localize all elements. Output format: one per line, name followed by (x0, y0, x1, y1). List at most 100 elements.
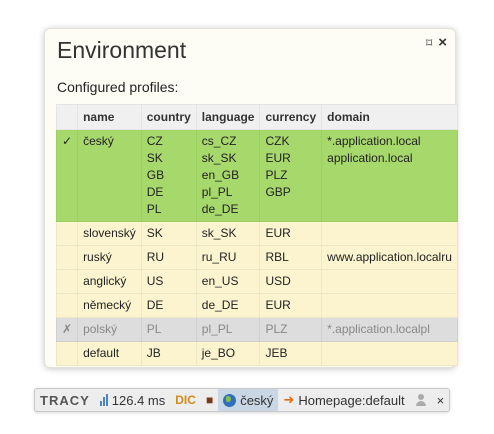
tracy-route-panel[interactable]: ➜ Homepage:default (278, 389, 409, 411)
table-row[interactable]: slovenský SK sk_SK EUR (55, 221, 458, 246)
row-status-mark (55, 221, 79, 246)
row-status-mark: ✗ (55, 317, 79, 342)
tracy-dic-panel[interactable]: DIC (170, 389, 201, 411)
tracy-close-button[interactable]: × (432, 389, 450, 411)
close-icon: × (436, 392, 445, 408)
profile-currency-value: PLZ (265, 168, 288, 182)
profile-currency-value: EUR (265, 298, 291, 312)
tracy-time-panel[interactable]: 126.4 ms (95, 389, 170, 411)
tracy-logo: TRACY (40, 392, 90, 408)
profile-currency-cell: EUR (259, 221, 323, 246)
profile-language-cell: sk_SK (195, 221, 261, 246)
column-header-country: country (140, 104, 197, 130)
profile-name: default (77, 341, 142, 366)
profile-country-value: SK (146, 226, 163, 240)
profile-country-cell: JB (140, 341, 197, 366)
profile-currency-value: PLZ (265, 322, 288, 336)
close-icon[interactable]: × (438, 35, 447, 50)
execution-time: 126.4 ms (111, 392, 166, 408)
profile-currency-value: EUR (265, 226, 291, 240)
table-row[interactable]: německý DE de_DE EUR (55, 293, 458, 318)
tracy-logo-button[interactable]: TRACY (35, 389, 95, 411)
profile-language-value: de_DE (201, 202, 239, 216)
profile-currency-cell: RBL (259, 245, 323, 270)
profile-domain-cell (321, 269, 458, 294)
profile-country-cell: RU (140, 245, 197, 270)
active-profile: český (240, 392, 274, 408)
column-header-currency: currency (259, 104, 323, 130)
profile-language-value: en_US (201, 274, 239, 288)
profile-currency-value: RBL (265, 250, 289, 264)
profile-language-value: sk_SK (201, 226, 237, 240)
profile-currency-cell: CZK EUR PLZ GBP (259, 129, 323, 222)
profile-name: slovenský (77, 221, 142, 246)
profile-currency-cell: EUR (259, 293, 323, 318)
table-row[interactable]: ✓ český CZ SK GB DE PL cs_CZ sk_SK en_GB pl_PL de_D… (55, 129, 458, 222)
profile-language-cell: cs_CZ sk_SK en_GB pl_PL de_DE (195, 129, 261, 222)
profile-language-cell: ru_RU (195, 245, 261, 270)
panel-subtitle: Configured profiles: (57, 79, 179, 95)
globe-icon (223, 393, 237, 407)
table-header-row: name country language currency domain (55, 104, 458, 130)
row-status-mark (55, 269, 79, 294)
profile-language-value: de_DE (201, 298, 239, 312)
profile-currency-value: EUR (265, 151, 291, 165)
profile-currency-value: JEB (265, 346, 288, 360)
profile-domain-cell (321, 221, 458, 246)
profile-currency-cell: JEB (259, 341, 323, 366)
profile-country-value: DE (146, 185, 164, 199)
arrow-right-icon: ➜ (283, 392, 295, 407)
profile-language-value: cs_CZ (201, 134, 237, 148)
profile-language-value: en_GB (201, 168, 240, 182)
profile-language-value: pl_PL (201, 185, 233, 199)
table-row[interactable]: ruský RU ru_RU RBL www.application.localru (55, 245, 458, 270)
profile-name: anglický (77, 269, 142, 294)
profile-language-cell: je_BO (195, 341, 261, 366)
profile-language-cell: en_US (195, 269, 261, 294)
profile-country-value: JB (146, 346, 161, 360)
table-row[interactable]: default JB je_BO JEB (55, 341, 458, 366)
tracy-environment-panel[interactable]: český (218, 389, 279, 411)
profile-language-value: sk_SK (201, 151, 237, 165)
row-status-mark (55, 245, 79, 270)
row-status-mark (55, 293, 79, 318)
profile-country-value: PL (146, 202, 162, 216)
profile-domain-value: www.application.localru (327, 250, 452, 264)
profile-domain-cell: www.application.localru (321, 245, 458, 270)
profile-name: polský (77, 317, 142, 342)
panel-title: Environment (57, 37, 187, 63)
profile-currency-value: CZK (265, 134, 290, 148)
profile-country-value: RU (146, 250, 165, 264)
profile-domain-cell: *.application.localpl (321, 317, 458, 342)
dic-icon: DIC (175, 393, 196, 407)
profile-domain-cell (321, 341, 458, 366)
profile-domain-cell: *.application.local application.local (321, 129, 458, 222)
row-status-mark: ✓ (55, 129, 79, 222)
profile-country-value: PL (146, 322, 162, 336)
profile-country-value: DE (146, 298, 164, 312)
table-row[interactable]: anglický US en_US USD (55, 269, 458, 294)
profile-currency-value: USD (265, 274, 291, 288)
profile-language-value: pl_PL (201, 322, 233, 336)
tracy-user-panel[interactable] (410, 389, 432, 411)
tracy-debug-bar: TRACY 126.4 ms DIC ■ český ➜ Homepage:de… (34, 388, 451, 412)
column-header-name: name (77, 104, 142, 130)
profiles-table: name country language currency domain ✓ č… (55, 104, 458, 366)
profile-country-cell: SK (140, 221, 197, 246)
profile-language-cell: pl_PL (195, 317, 261, 342)
profile-country-value: CZ (146, 134, 163, 148)
profile-language-value: ru_RU (201, 250, 237, 264)
pin-icon[interactable]: ⌑ (426, 37, 432, 49)
table-row[interactable]: ✗ polský PL pl_PL PLZ *.application.localpl (55, 317, 458, 342)
tracy-session-panel[interactable]: ■ (201, 389, 218, 411)
profile-domain-value: *.application.localpl (327, 322, 430, 336)
column-header-language: language (195, 104, 261, 130)
profile-country-cell: DE (140, 293, 197, 318)
profile-domain-cell (321, 293, 458, 318)
profile-domain-value: *.application.local (327, 134, 421, 148)
profile-currency-cell: USD (259, 269, 323, 294)
profile-country-cell: US (140, 269, 197, 294)
profile-domain-value: application.local (327, 151, 413, 165)
profile-country-cell: PL (140, 317, 197, 342)
profile-name: ruský (77, 245, 142, 270)
